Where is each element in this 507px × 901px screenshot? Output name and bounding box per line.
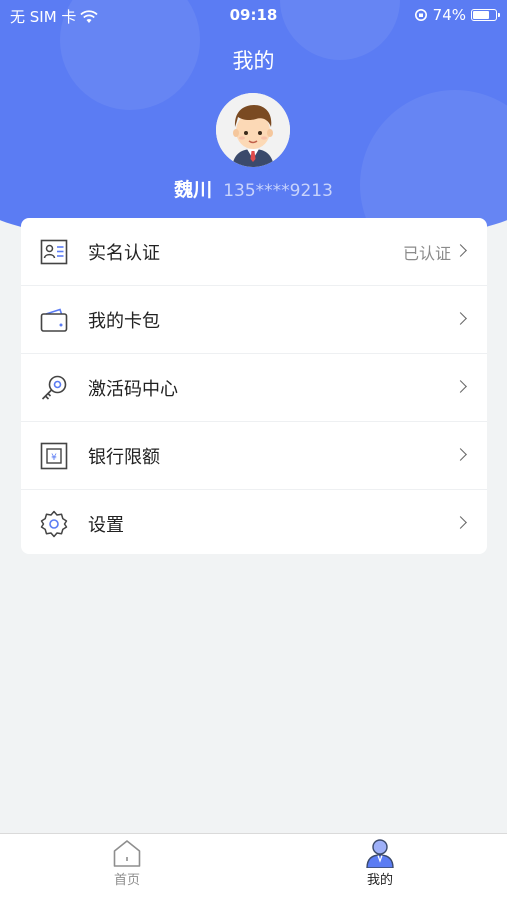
key-icon	[41, 375, 67, 400]
user-name: 魏川	[174, 179, 213, 201]
menu-item-label: 设置	[88, 514, 124, 536]
menu-item-label: 银行限额	[88, 446, 160, 468]
user-info: 魏川 135****9213	[0, 175, 507, 202]
menu-item-label: 我的卡包	[88, 310, 160, 332]
profile-icon	[366, 839, 394, 868]
chevron-right-icon	[454, 448, 467, 461]
tab-label: 首页	[113, 873, 140, 888]
menu-item-settings[interactable]: 设置	[21, 490, 487, 557]
verification-status: 已认证	[402, 243, 451, 263]
tab-home[interactable]: 首页	[67, 834, 187, 901]
menu-item-activation-code[interactable]: 激活码中心	[21, 354, 487, 422]
menu-card: 实名认证 已认证 我的卡包 激活码中心 ¥ 银行限额 设置	[21, 218, 487, 554]
menu-item-card-wallet[interactable]: 我的卡包	[21, 286, 487, 354]
tab-label: 我的	[366, 873, 393, 888]
avatar[interactable]	[216, 93, 290, 167]
battery-fill	[473, 11, 489, 19]
svg-text:¥: ¥	[51, 453, 57, 463]
user-avatar-icon	[216, 93, 290, 167]
status-bar: 无 SIM 卡 09:18 74%	[0, 0, 507, 30]
id-card-icon	[40, 239, 68, 265]
menu-item-label: 激活码中心	[88, 378, 178, 400]
user-phone: 135****9213	[223, 181, 333, 201]
menu-item-bank-limit[interactable]: ¥ 银行限额	[21, 422, 487, 490]
home-icon	[113, 840, 141, 867]
orientation-lock-icon	[414, 9, 427, 21]
gear-icon	[40, 510, 68, 538]
tab-bar: 首页 我的	[0, 833, 507, 901]
page-title: 我的	[232, 49, 275, 73]
chevron-right-icon	[454, 380, 467, 393]
battery-percent: 74%	[432, 6, 466, 24]
chevron-right-icon	[454, 244, 467, 257]
chevron-right-icon	[454, 516, 467, 529]
chevron-right-icon	[454, 312, 467, 325]
tab-mine[interactable]: 我的	[320, 834, 440, 901]
wallet-icon	[40, 308, 68, 332]
menu-item-label: 实名认证	[88, 242, 160, 264]
battery-icon	[471, 9, 500, 21]
menu-item-real-name[interactable]: 实名认证 已认证	[21, 218, 487, 286]
bank-limit-icon: ¥	[40, 442, 68, 470]
